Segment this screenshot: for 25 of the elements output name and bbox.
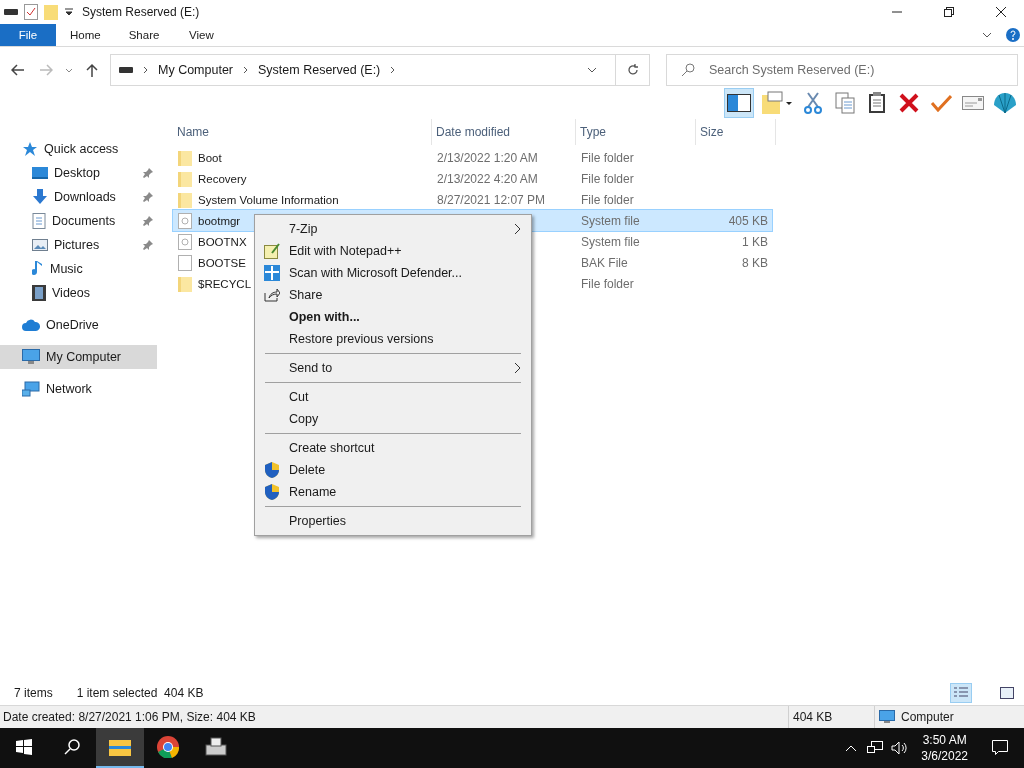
size-cell-text: 405 KB bbox=[727, 213, 769, 228]
size-cell-text: 1 KB bbox=[741, 234, 769, 249]
window-title: System Reserved (E:) bbox=[82, 5, 200, 19]
details-text: Date created: 8/27/2021 1:06 PM, Size: 404 KB bbox=[2, 710, 257, 724]
type-cell-text: File folder bbox=[580, 276, 635, 291]
type-cell-text: File folder bbox=[580, 150, 635, 165]
file-name: BOOTSE bbox=[198, 256, 246, 269]
type-cell-text: File folder bbox=[580, 192, 635, 207]
type-cell-text: BAK File bbox=[580, 255, 629, 270]
item-count: 7 items bbox=[14, 686, 53, 700]
type-cell-text: System file bbox=[580, 234, 641, 249]
date-cell-text: 8/27/2021 12:07 PM bbox=[436, 192, 547, 207]
size-cell-text: 8 KB bbox=[741, 255, 769, 270]
file-name: System Volume Information bbox=[198, 193, 339, 206]
file-name: bootmgr bbox=[198, 214, 241, 227]
type-cell-text: System file bbox=[580, 213, 641, 228]
file-name: $RECYCL bbox=[198, 277, 252, 290]
file-name: Recovery bbox=[198, 172, 247, 185]
date-cell-text: 2/13/2022 1:20 AM bbox=[436, 150, 539, 165]
selection-info: 1 item selected 404 KB bbox=[76, 686, 204, 700]
file-name: BOOTNX bbox=[198, 235, 247, 248]
file-name: Boot bbox=[198, 151, 222, 164]
type-cell-text: File folder bbox=[580, 171, 635, 186]
date-cell-text: 2/13/2022 4:20 AM bbox=[436, 171, 539, 186]
location-text: Computer bbox=[901, 710, 954, 724]
